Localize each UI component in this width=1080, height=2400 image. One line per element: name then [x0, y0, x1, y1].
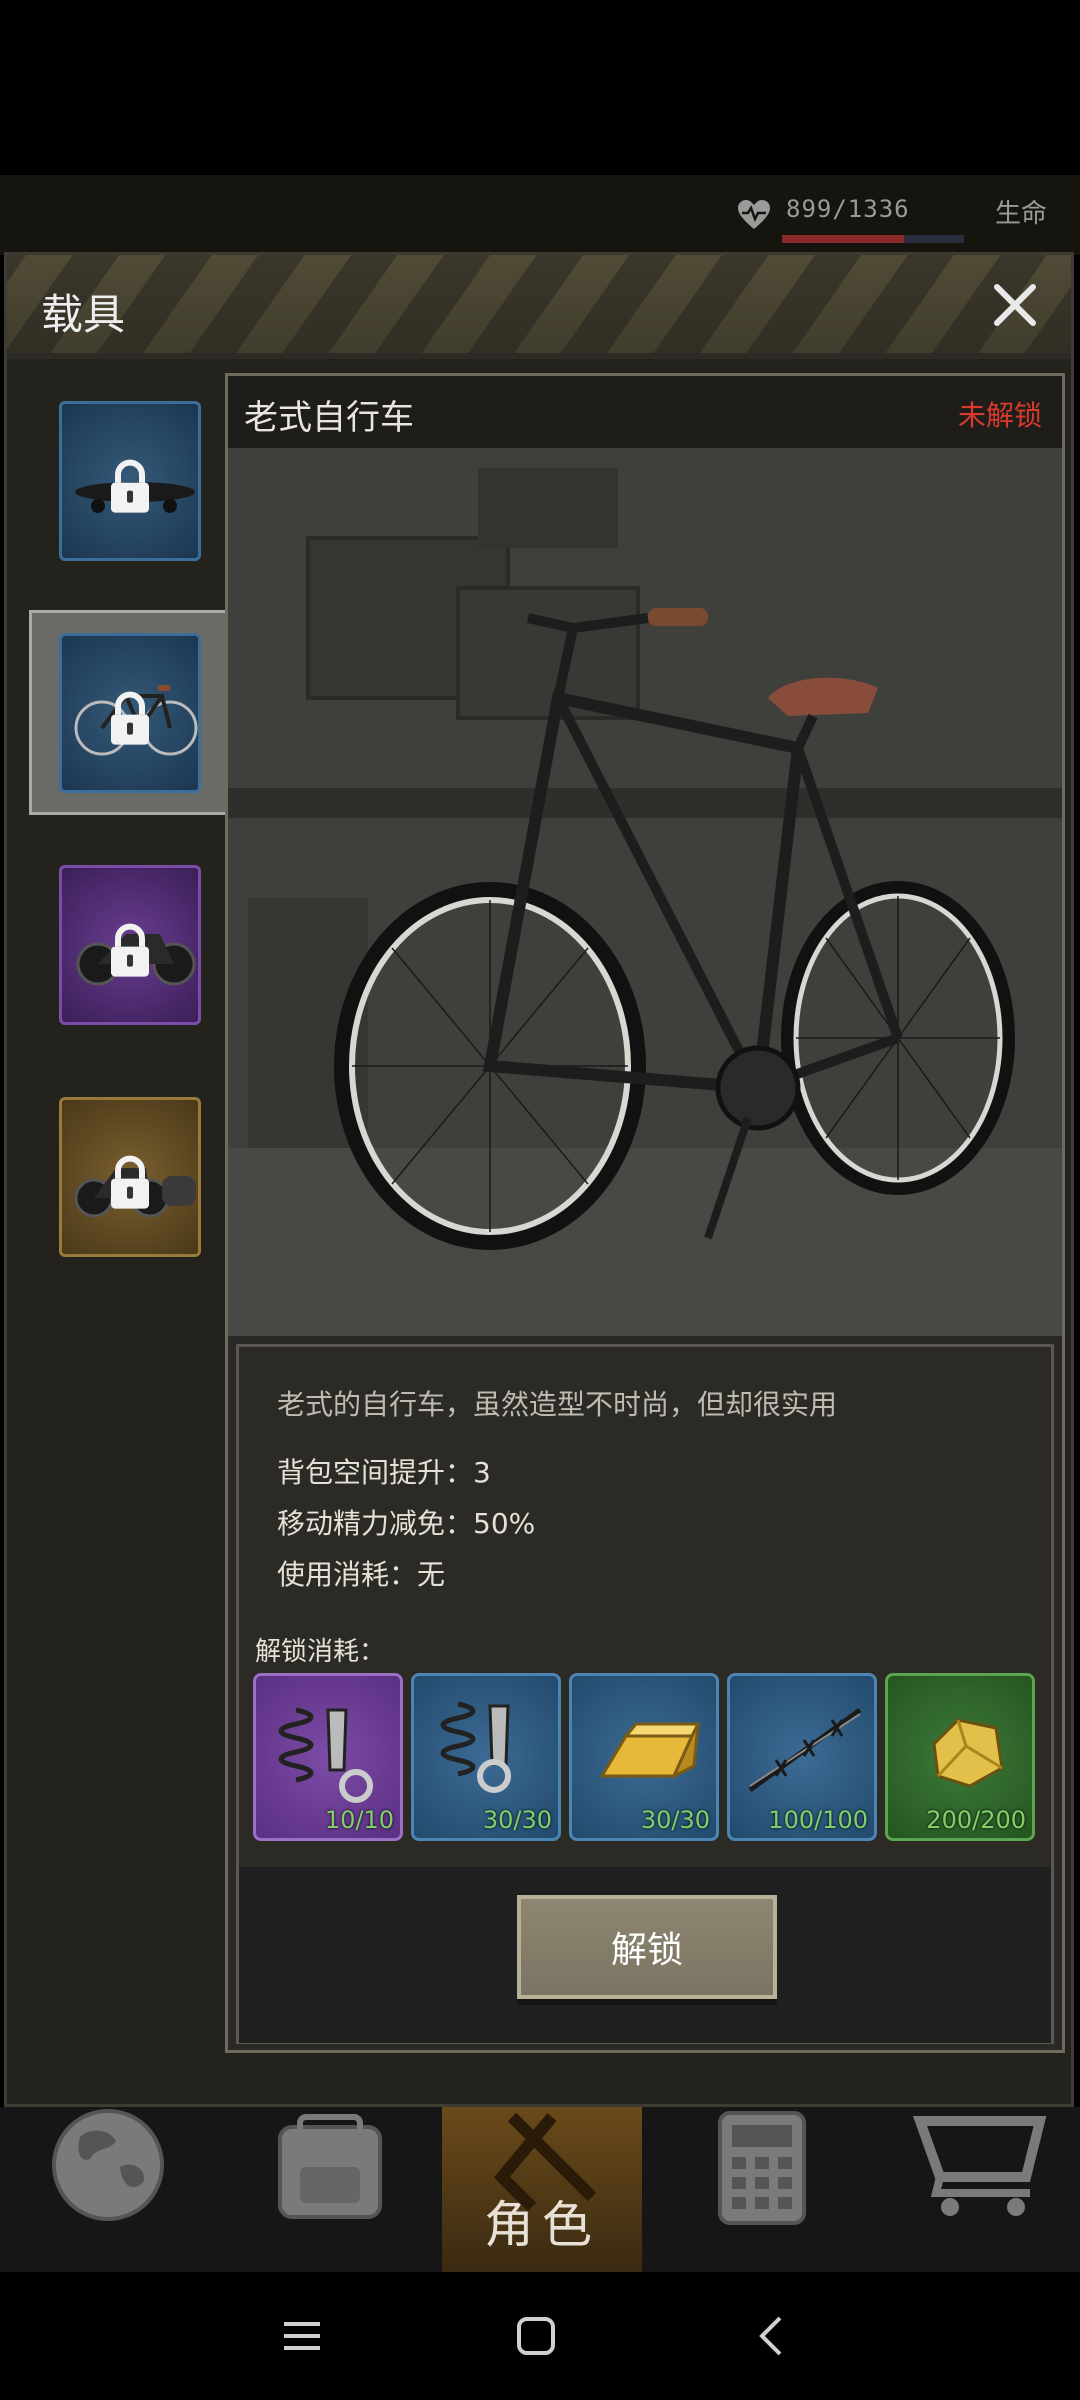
calculator-icon	[718, 2111, 806, 2225]
health-bar-fill	[782, 235, 905, 243]
unlock-button[interactable]: 解锁	[517, 1895, 777, 1999]
nav-calculator-button[interactable]	[680, 2107, 880, 2272]
cost-item-spring-bolt-purple[interactable]: 10/10	[253, 1673, 403, 1841]
heart-icon	[738, 200, 770, 229]
backpack-icon	[278, 2114, 382, 2219]
vehicle-slot-motorcycle[interactable]	[59, 865, 201, 1025]
nav-role-button[interactable]: 角色	[442, 2107, 642, 2272]
recent-apps-icon[interactable]	[242, 2272, 362, 2400]
vehicle-modal: 载具 老式自行车 未解锁 老式的自行车，虽然造型不时尚，但却很实用 背包空间提升…	[4, 252, 1074, 2107]
spring-bolt-icon	[440, 1701, 511, 1793]
close-icon[interactable]	[985, 275, 1045, 335]
vehicle-image	[228, 448, 1062, 1336]
nav-shop-button[interactable]	[880, 2107, 1080, 2272]
vehicle-name: 老式自行车	[244, 398, 414, 438]
system-navigation-bar	[0, 2272, 1080, 2400]
cost-item-barbed-wire[interactable]: 100/100	[727, 1673, 877, 1841]
cost-quantity: 100/100	[768, 1806, 868, 1834]
spring-bolt-icon	[278, 1707, 373, 1803]
cost-quantity: 30/30	[482, 1806, 552, 1834]
unlock-cost-list: 10/10 30/30 30/30 100/100 200/200	[253, 1673, 1043, 1843]
vehicle-detail-panel: 老式自行车 未解锁 老式的自行车，虽然造型不时尚，但却很实用 背包空间提升：3 …	[225, 373, 1065, 2053]
lock-icon	[111, 1155, 149, 1209]
vehicle-info-box: 老式的自行车，虽然造型不时尚，但却很实用 背包空间提升：3 移动精力减免：50%…	[236, 1344, 1054, 2044]
gold-bar-icon	[599, 1722, 701, 1780]
cost-item-gold-nugget[interactable]: 200/200	[885, 1673, 1035, 1841]
back-icon[interactable]	[712, 2272, 832, 2400]
detail-header: 老式自行车 未解锁	[228, 376, 1062, 448]
stat-usage-cost: 使用消耗：无	[277, 1558, 446, 1591]
modal-header: 载具	[7, 255, 1071, 359]
cost-item-spring-bolt-blue[interactable]: 30/30	[411, 1673, 561, 1841]
health-label: 生命	[995, 199, 1048, 229]
cart-icon	[912, 2116, 1047, 2216]
barbed-wire-icon	[748, 1707, 862, 1793]
cost-quantity: 200/200	[926, 1806, 1026, 1834]
nav-backpack-button[interactable]	[240, 2107, 440, 2272]
health-value: 899/1336	[786, 195, 910, 223]
modal-title: 载具	[41, 290, 126, 339]
vehicle-slot-bicycle[interactable]	[59, 633, 201, 793]
vehicle-description: 老式的自行车，虽然造型不时尚，但却很实用	[277, 1388, 838, 1421]
nav-map-button[interactable]	[20, 2107, 220, 2272]
unlock-cost-label: 解锁消耗：	[255, 1637, 386, 1667]
cost-quantity: 30/30	[640, 1806, 710, 1834]
lock-status: 未解锁	[957, 399, 1042, 432]
game-bottom-nav: 角色	[0, 2107, 1080, 2272]
lock-icon	[111, 923, 149, 977]
health-bar	[782, 235, 964, 243]
bicycle-illustration	[228, 448, 1062, 1336]
stat-backpack-space: 背包空间提升：3	[277, 1456, 491, 1489]
health-stat: 899/1336 生命	[730, 175, 1060, 255]
lock-icon	[111, 691, 149, 745]
cost-item-gold-bar[interactable]: 30/30	[569, 1673, 719, 1841]
top-hud: 899/1336 生命	[0, 175, 1080, 255]
nav-role-label: 角色	[484, 2196, 600, 2254]
stat-stamina-reduction: 移动精力减免：50%	[277, 1507, 536, 1540]
gold-nugget-icon	[932, 1718, 1004, 1788]
lock-icon	[111, 459, 149, 513]
cost-quantity: 10/10	[324, 1806, 394, 1834]
vehicle-slot-sidecar-motorcycle[interactable]	[59, 1097, 201, 1257]
home-icon[interactable]	[476, 2272, 596, 2400]
vehicle-slot-skateboard[interactable]	[59, 401, 201, 561]
globe-icon	[52, 2109, 164, 2221]
